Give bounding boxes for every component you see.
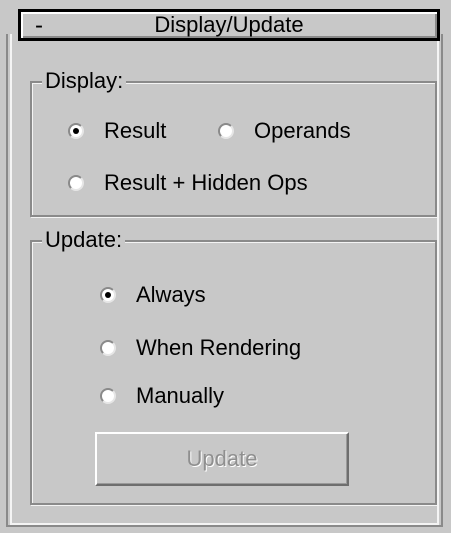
display-group-label: Display: <box>42 68 127 94</box>
display-group: Display: <box>30 68 437 217</box>
radio-display-result-hidden-ops[interactable]: Result + Hidden Ops <box>68 170 308 196</box>
radio-display-operands[interactable]: Operands <box>218 118 351 144</box>
update-button[interactable]: Update <box>95 432 349 486</box>
radio-unchecked-icon <box>68 175 84 191</box>
rollout-title: Display/Update <box>154 12 304 37</box>
rollout-header[interactable]: - Display/Update <box>18 9 440 41</box>
radio-display-result[interactable]: Result <box>68 118 166 144</box>
radio-label: Always <box>136 282 206 307</box>
radio-update-manually[interactable]: Manually <box>100 383 224 409</box>
radio-label: Result + Hidden Ops <box>104 170 308 195</box>
radio-label: When Rendering <box>136 335 302 360</box>
radio-unchecked-icon <box>218 123 234 139</box>
radio-update-when-rendering[interactable]: When Rendering <box>100 335 301 361</box>
radio-label: Manually <box>136 383 225 408</box>
radio-checked-icon <box>68 123 84 139</box>
radio-update-always[interactable]: Always <box>100 282 206 308</box>
collapse-icon: - <box>35 12 43 39</box>
radio-label: Operands <box>254 118 351 143</box>
radio-unchecked-icon <box>100 340 116 356</box>
update-group-label: Update: <box>42 227 126 253</box>
radio-label: Result <box>104 118 167 143</box>
radio-checked-icon <box>100 287 116 303</box>
radio-unchecked-icon <box>100 388 116 404</box>
